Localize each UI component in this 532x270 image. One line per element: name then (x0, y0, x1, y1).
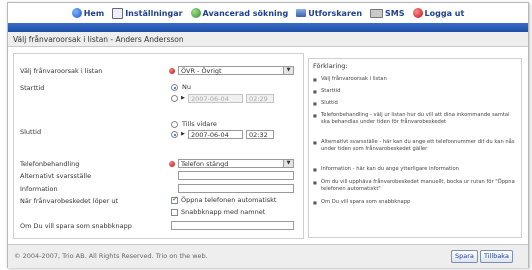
explorer-icon (296, 9, 307, 17)
end-time-input[interactable]: 02:32 (246, 130, 274, 139)
explanation-item: Välj frånvaroorsak i listan (313, 76, 517, 83)
absence-form: Välj frånvaroorsak i listan ÖVR - Övrigt… (13, 53, 304, 239)
open-phone-checkbox[interactable] (171, 195, 178, 204)
explanation-item: Sluttid (313, 100, 517, 107)
start-now-radio[interactable] (171, 84, 178, 91)
end-label: Sluttid (20, 128, 42, 136)
logout-icon (412, 8, 423, 18)
page-title: Välj frånvaroorsak i listan - Anders And… (8, 32, 528, 47)
end-until-radio[interactable] (171, 121, 178, 128)
nav-logout[interactable]: Logga ut (412, 8, 465, 18)
end-date-input[interactable]: 2007-06-04 (188, 130, 243, 139)
nav-advanced-search[interactable]: Avancerad sökning (190, 8, 289, 18)
end-date-radio[interactable] (171, 131, 178, 138)
search-icon (190, 8, 201, 18)
nav-sms-label: SMS (385, 8, 405, 18)
expires-label: När frånvarobeskedet löper ut (20, 197, 119, 205)
phone-handling-value: Telefon stängd (181, 160, 229, 168)
back-button[interactable]: Tillbaka (480, 250, 513, 263)
explanation-item: Om du vill upphäva frånvarobeskedet manu… (313, 179, 517, 193)
home-icon (71, 8, 82, 18)
required-icon (169, 68, 175, 74)
reason-select-value: ÖVR - Övrigt (181, 67, 222, 75)
open-phone-label: Öppna telefonen automatiskt (181, 196, 277, 204)
start-now-label: Nu (182, 83, 191, 91)
top-nav: Hem Inställningar Avancerad sökning Utfo… (8, 3, 528, 23)
information-label: Information (20, 185, 58, 193)
quick-button-name-input[interactable] (171, 221, 294, 230)
play-icon: ▶ (181, 131, 185, 137)
save-button[interactable]: Spara (451, 250, 478, 263)
app-window: Hem Inställningar Avancerad sökning Utfo… (7, 2, 529, 268)
explanation-title: Förklaring: (313, 62, 348, 70)
explanation-item: Telefonbehandling - välj ur listan hur d… (313, 112, 517, 126)
nav-home-label: Hem (83, 8, 105, 18)
explanation-item: Om Du vill spara som snabbknapp (313, 199, 517, 206)
nav-home[interactable]: Hem (71, 8, 105, 18)
chevron-down-icon: ▼ (283, 160, 293, 167)
explanation-item: Information - här kan du ange ytterligar… (313, 166, 517, 173)
nav-advanced-search-label: Avancerad sökning (202, 8, 289, 18)
explanation-item: Starttid (313, 88, 517, 95)
header-bar (8, 23, 528, 32)
save-quick-label: Om Du vill spara som snabbknapp (20, 222, 132, 230)
reason-select[interactable]: ÖVR - Övrigt ▼ (178, 66, 294, 75)
phone-handling-label: Telefonbehandling (20, 160, 80, 168)
chevron-down-icon: ▼ (283, 67, 293, 74)
sms-icon (370, 8, 384, 18)
nav-explorer[interactable]: Utforskaren (296, 9, 362, 18)
play-icon: ▶ (181, 95, 185, 101)
required-icon (169, 161, 175, 167)
start-date-radio[interactable] (171, 95, 178, 102)
start-date-input[interactable]: 2007-06-04 (188, 94, 243, 103)
copyright-text: © 2004-2007, Trio AB. All Rights Reserve… (14, 252, 208, 260)
alt-answer-input[interactable] (178, 171, 294, 180)
footer: © 2004-2007, Trio AB. All Rights Reserve… (8, 244, 528, 268)
phone-handling-select[interactable]: Telefon stängd ▼ (178, 159, 294, 168)
nav-sms[interactable]: SMS (370, 8, 405, 18)
reason-label: Välj frånvaroorsak i listan (20, 67, 103, 75)
explanation-panel: Förklaring: Välj frånvaroorsak i listan … (308, 58, 522, 238)
end-until-label: Tills vidare (182, 120, 217, 128)
alt-answer-label: Alternativt svarsställe (20, 172, 92, 180)
settings-icon (112, 7, 124, 19)
nav-settings[interactable]: Inställningar (112, 7, 183, 19)
nav-explorer-label: Utforskaren (308, 8, 363, 18)
nav-logout-label: Logga ut (424, 8, 465, 18)
quick-button-checkbox[interactable] (171, 209, 178, 216)
nav-settings-label: Inställningar (125, 8, 183, 18)
start-time-input[interactable]: 02:29 (246, 94, 274, 103)
start-label: Starttid (20, 84, 45, 92)
information-input[interactable] (178, 184, 294, 193)
quick-button-label: Snabbknapp med namnet (181, 208, 266, 216)
explanation-item: Alternativt svarsställe - här kan du ang… (313, 139, 517, 153)
